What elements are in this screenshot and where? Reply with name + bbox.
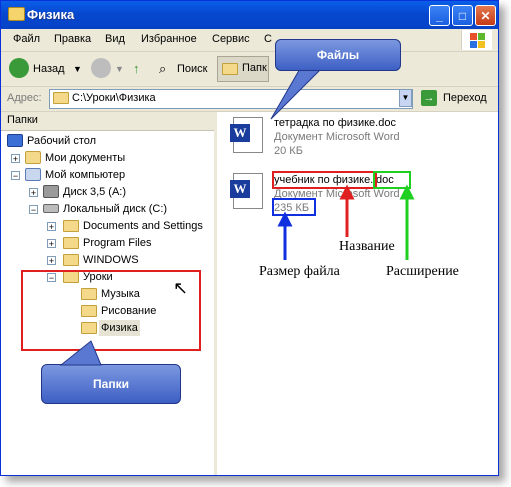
close-button[interactable]: ✕ (475, 5, 496, 26)
folders-pane-title: Папки (7, 114, 38, 126)
tree-label: Локальный диск (C:) (63, 203, 168, 215)
search-icon: ⌕ (159, 61, 167, 76)
expand-icon[interactable]: + (29, 188, 38, 198)
tree-label: Рабочий стол (27, 135, 97, 147)
explorer-window: Физика _ □ ✕ Файл Правка Вид Избранное С… (0, 0, 499, 476)
my-documents-icon (25, 151, 41, 164)
expand-icon[interactable]: + (47, 256, 56, 266)
menu-item-help[interactable]: С (264, 33, 272, 45)
back-button[interactable]: Назад (33, 58, 65, 80)
folders-pane: Папки Рабочий стол + Мои документы − Мой… (1, 112, 216, 475)
tree-label: Диск 3,5 (A:) (63, 186, 127, 198)
address-dropdown-icon[interactable]: ▼ (399, 89, 412, 107)
menu-item-view[interactable]: Вид (105, 33, 125, 45)
tree-label: Мой компьютер (45, 169, 126, 181)
menu-item-file[interactable]: Файл (13, 33, 40, 45)
menu-item-favorites[interactable]: Избранное (141, 33, 197, 45)
local-disk-icon (43, 204, 59, 213)
folder-icon (63, 254, 79, 266)
expand-icon[interactable]: + (47, 222, 56, 232)
files-callout: Файлы (275, 39, 401, 71)
go-arrow-icon[interactable]: → (421, 90, 437, 106)
mouse-cursor-icon: ↖ (173, 278, 189, 298)
collapse-icon[interactable]: − (29, 205, 38, 215)
address-input[interactable]: C:\Уроки\Физика (49, 89, 413, 109)
folder-icon (53, 92, 69, 104)
folders-pane-header: Папки (1, 112, 214, 131)
extension-annotation: Расширение (386, 264, 459, 279)
annotation-arrows (277, 184, 415, 260)
size-annotation: Размер файла (259, 264, 340, 279)
forward-arrow-icon[interactable] (91, 58, 111, 78)
folder-icon (63, 237, 79, 249)
windows-logo-icon (461, 30, 492, 50)
desktop-icon (7, 134, 23, 147)
up-folder-icon[interactable]: ↑ (133, 58, 140, 80)
folders-button[interactable]: Папк (217, 56, 269, 82)
window-title: Физика (27, 7, 75, 22)
search-button[interactable]: Поиск (177, 58, 207, 80)
address-label: Адрес: (7, 92, 42, 104)
expand-icon[interactable]: + (47, 239, 56, 249)
title-bar[interactable]: Физика _ □ ✕ (1, 1, 498, 29)
tree-label: WINDOWS (83, 254, 139, 266)
collapse-icon[interactable]: − (11, 171, 20, 181)
maximize-button[interactable]: □ (452, 5, 473, 26)
name-annotation: Название (339, 239, 395, 254)
address-bar: Адрес: C:\Уроки\Физика ▼ → Переход (1, 87, 498, 112)
expand-icon[interactable]: + (11, 154, 20, 164)
tree-label: Program Files (83, 237, 152, 249)
tree-label: Documents and Settings (83, 220, 203, 232)
folder-icon (8, 7, 25, 21)
forward-dropdown-icon[interactable]: ▼ (115, 58, 124, 80)
toolbar: Назад ▼ ▼ ↑ ⌕ Поиск Папк (1, 52, 498, 87)
folders-button-label: Папк (242, 62, 267, 74)
folders-callout: Папки (41, 364, 181, 404)
files-pane: W тетрадка по физике.doc Документ Micros… (217, 112, 498, 475)
go-button[interactable]: Переход (443, 92, 487, 104)
back-arrow-icon[interactable] (9, 58, 29, 78)
folder-icon (63, 220, 79, 232)
back-dropdown-icon[interactable]: ▼ (73, 58, 82, 80)
menu-item-tools[interactable]: Сервис (212, 33, 250, 45)
minimize-button[interactable]: _ (429, 5, 450, 26)
floppy-icon (43, 185, 59, 198)
menu-item-edit[interactable]: Правка (54, 33, 91, 45)
tree-label: Мои документы (45, 152, 126, 164)
address-value: C:\Уроки\Физика (72, 92, 156, 104)
menu-bar: Файл Правка Вид Избранное Сервис С (1, 29, 498, 52)
my-computer-icon (25, 168, 41, 181)
folder-icon (222, 63, 238, 75)
